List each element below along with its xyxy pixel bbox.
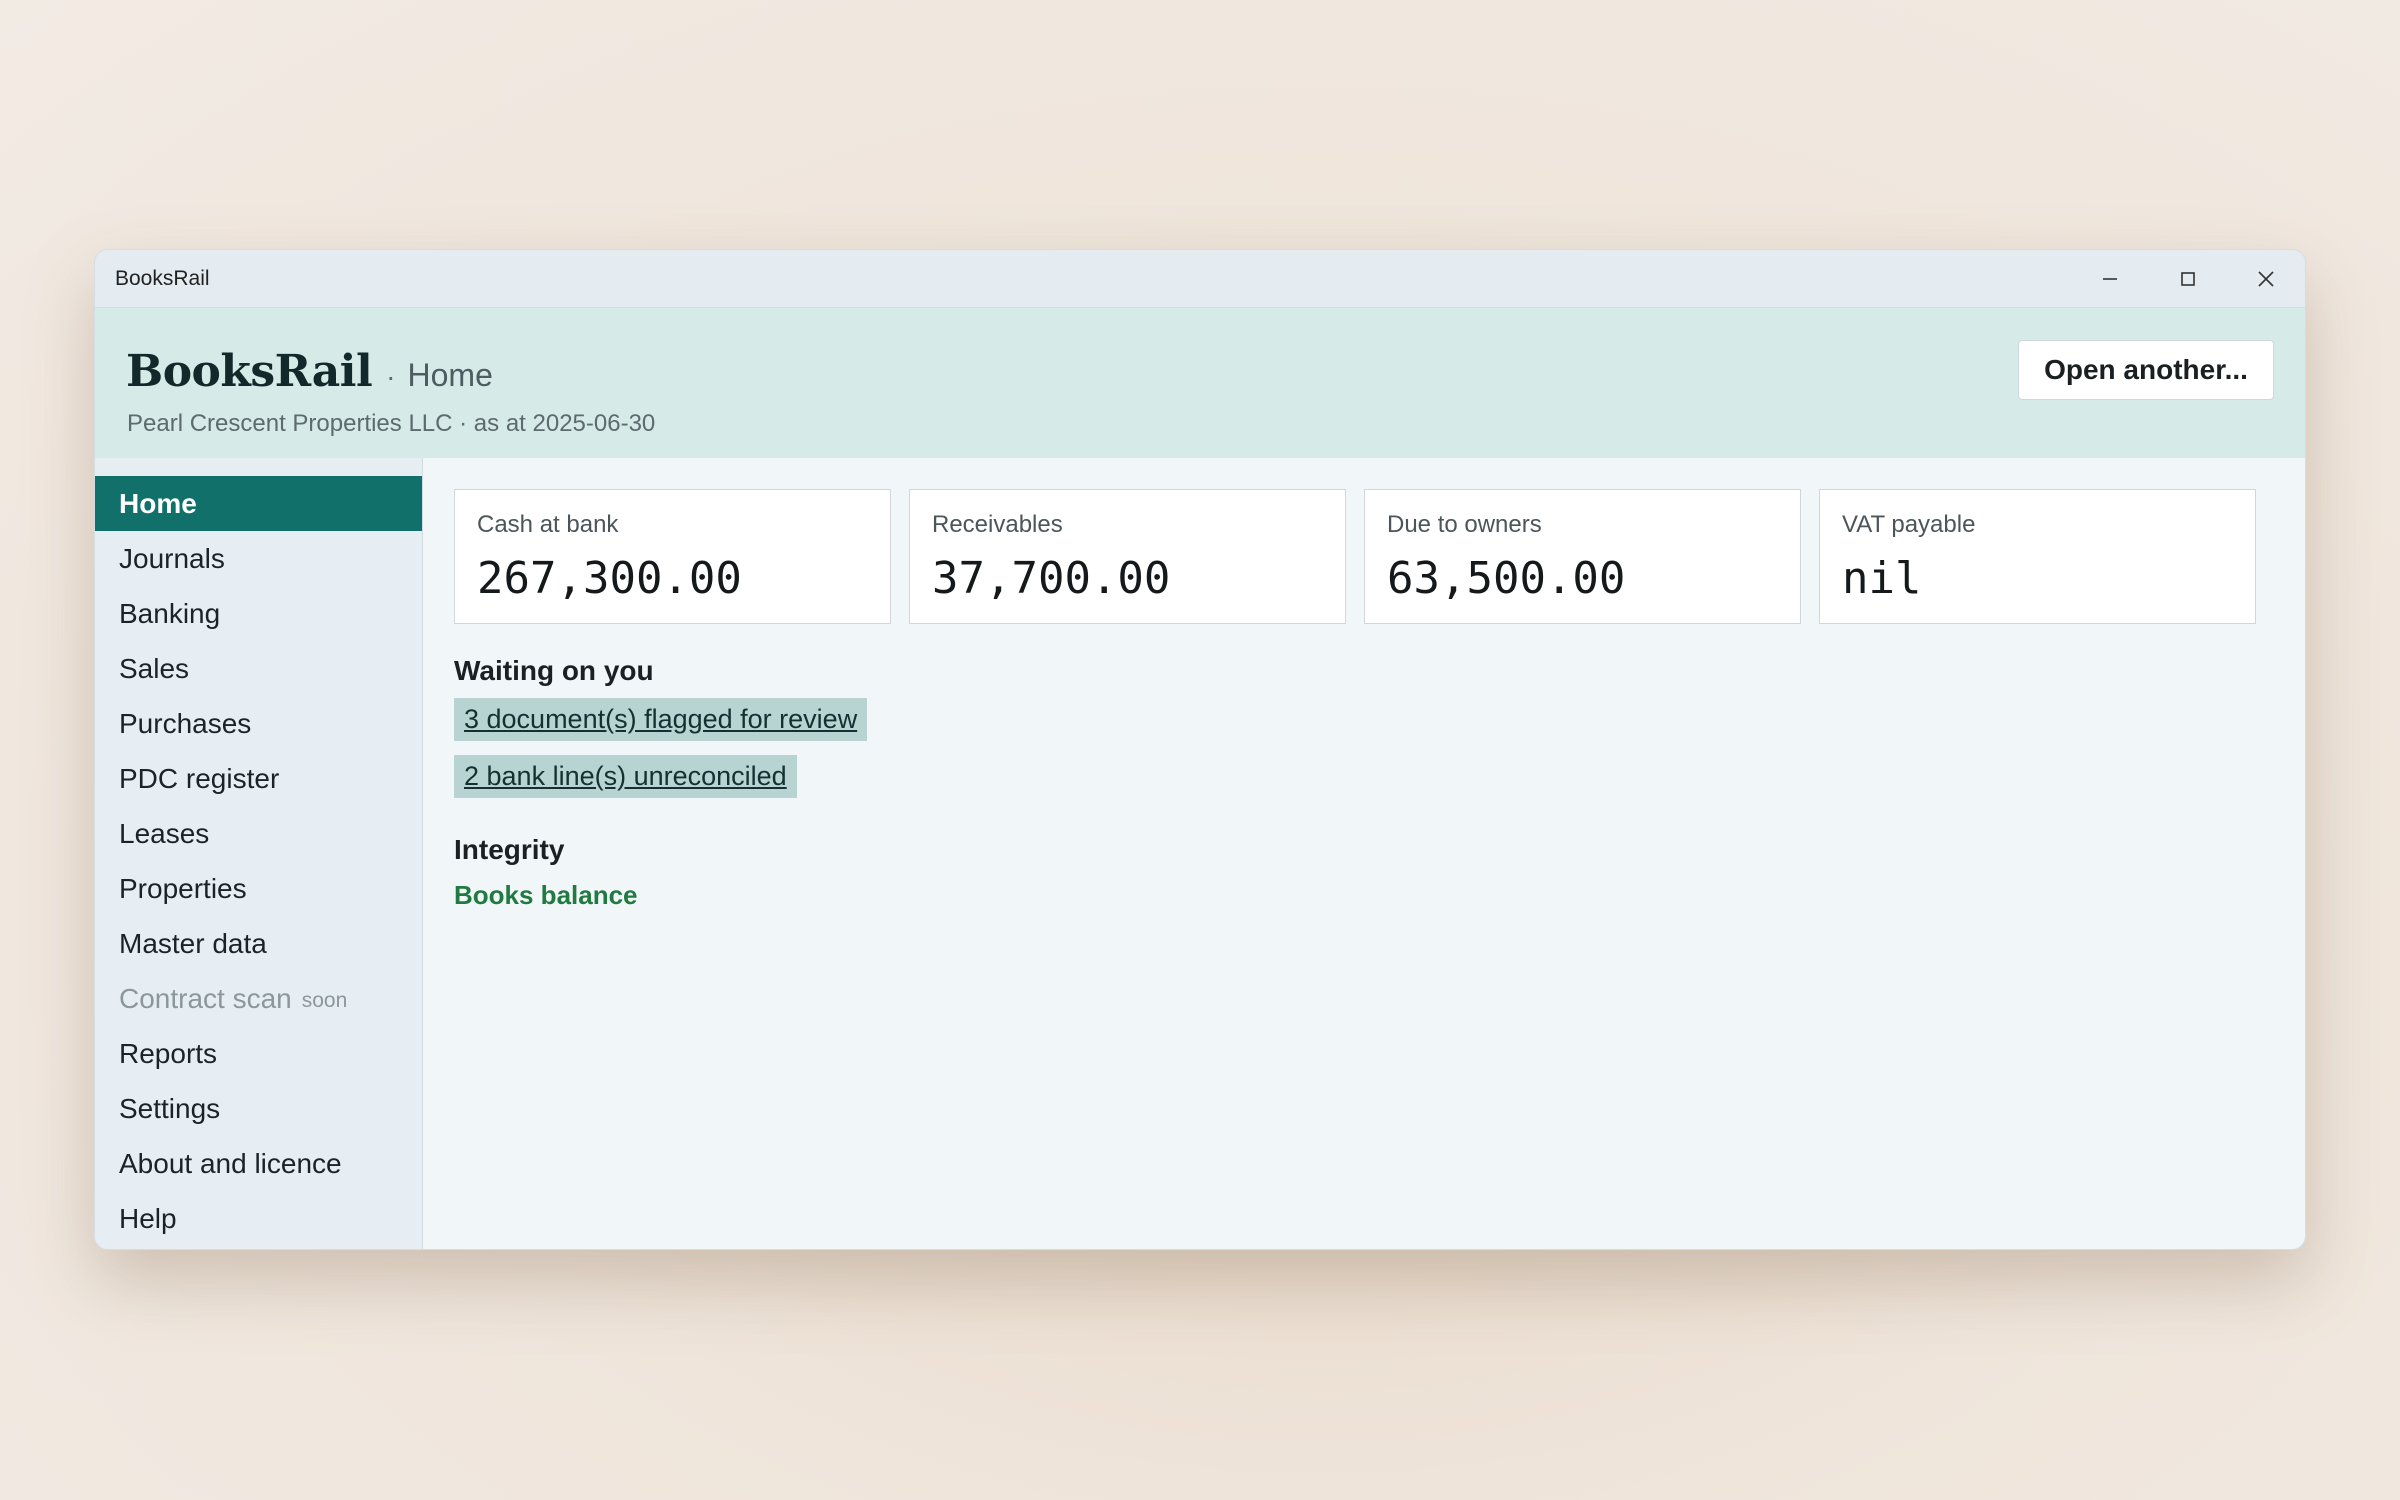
window-title: BooksRail — [115, 266, 210, 290]
brand-row: BooksRail · Home — [126, 346, 493, 397]
sidebar-item-purchases[interactable]: Purchases — [95, 696, 422, 751]
sidebar-item-label: Purchases — [119, 707, 252, 739]
sidebar-item-label: Reports — [119, 1037, 218, 1069]
sidebar-item-label: Journals — [119, 542, 225, 574]
maximize-button[interactable] — [2149, 250, 2227, 308]
card-value: 37,700.00 — [932, 553, 1171, 604]
sidebar: Home Journals Banking Sales Purchases PD… — [95, 458, 423, 1249]
page-title: Home — [407, 357, 493, 393]
sidebar-item-pdc-register[interactable]: PDC register — [95, 751, 422, 806]
main-content: Cash at bank 267,300.00 Receivables 37,7… — [423, 458, 2305, 1249]
task-link-unreconciled-bank-lines[interactable]: 2 bank line(s) unreconciled — [454, 755, 797, 798]
card-label: VAT payable — [1842, 511, 1976, 538]
sidebar-item-label: Contract scan — [119, 982, 292, 1014]
sidebar-item-label: Settings — [119, 1092, 221, 1124]
sidebar-item-label: Help — [119, 1202, 177, 1234]
sidebar-item-label: PDC register — [119, 762, 280, 794]
minimize-icon — [2103, 278, 2117, 280]
card-value: 267,300.00 — [477, 553, 742, 604]
sidebar-item-home[interactable]: Home — [95, 476, 422, 531]
card-label: Due to owners — [1387, 511, 1542, 538]
brand-logo-text: BooksRail — [126, 346, 373, 397]
app-body: Home Journals Banking Sales Purchases PD… — [95, 458, 2305, 1249]
sidebar-item-reports[interactable]: Reports — [95, 1026, 422, 1081]
sidebar-item-about[interactable]: About and licence — [95, 1136, 422, 1191]
card-receivables: Receivables 37,700.00 — [909, 489, 1346, 624]
sidebar-item-journals[interactable]: Journals — [95, 531, 422, 586]
integrity-section-title: Integrity — [454, 834, 565, 865]
sidebar-item-settings[interactable]: Settings — [95, 1081, 422, 1136]
sidebar-item-properties[interactable]: Properties — [95, 861, 422, 916]
sidebar-item-label: Banking — [119, 597, 221, 629]
sidebar-item-label: Leases — [119, 817, 210, 849]
sidebar-item-help[interactable]: Help — [95, 1191, 422, 1246]
close-button[interactable] — [2227, 250, 2305, 308]
card-cash-at-bank: Cash at bank 267,300.00 — [454, 489, 891, 624]
card-due-to-owners: Due to owners 63,500.00 — [1364, 489, 1801, 624]
task-list: 3 document(s) flagged for review 2 bank … — [454, 687, 2274, 798]
app-window: BooksRail BooksRail · Home Pearl Crescen… — [94, 249, 2306, 1250]
title-bar[interactable]: BooksRail — [95, 250, 2305, 308]
sidebar-item-sales[interactable]: Sales — [95, 641, 422, 696]
sidebar-item-label: Sales — [119, 652, 190, 684]
summary-cards: Cash at bank 267,300.00 Receivables 37,7… — [454, 489, 2274, 624]
card-value: nil — [1842, 553, 1922, 604]
open-another-button[interactable]: Open another... — [2018, 340, 2274, 400]
sidebar-item-leases[interactable]: Leases — [95, 806, 422, 861]
company-subtitle: Pearl Crescent Properties LLC · as at 20… — [127, 410, 656, 437]
waiting-section-title: Waiting on you — [454, 655, 654, 686]
card-label: Cash at bank — [477, 511, 619, 538]
sidebar-item-label: Home — [119, 487, 197, 519]
sidebar-item-master-data[interactable]: Master data — [95, 916, 422, 971]
close-icon — [2258, 271, 2274, 287]
card-value: 63,500.00 — [1387, 553, 1626, 604]
minimize-button[interactable] — [2071, 250, 2149, 308]
sidebar-item-contract-scan: Contract scan soon — [95, 971, 422, 1026]
sidebar-item-label: About and licence — [119, 1147, 342, 1179]
sidebar-item-label: Properties — [119, 872, 247, 904]
task-link-flagged-documents[interactable]: 3 document(s) flagged for review — [454, 698, 868, 741]
maximize-icon — [2181, 272, 2195, 286]
sidebar-item-label: Master data — [119, 927, 267, 959]
card-label: Receivables — [932, 511, 1063, 538]
sidebar-item-banking[interactable]: Banking — [95, 586, 422, 641]
integrity-status: Books balance — [454, 880, 638, 910]
soon-badge: soon — [301, 988, 348, 1012]
card-vat-payable: VAT payable nil — [1819, 489, 2256, 624]
breadcrumb-separator: · — [386, 361, 396, 392]
window-controls — [2071, 250, 2305, 308]
app-header: BooksRail · Home Pearl Crescent Properti… — [95, 308, 2305, 458]
